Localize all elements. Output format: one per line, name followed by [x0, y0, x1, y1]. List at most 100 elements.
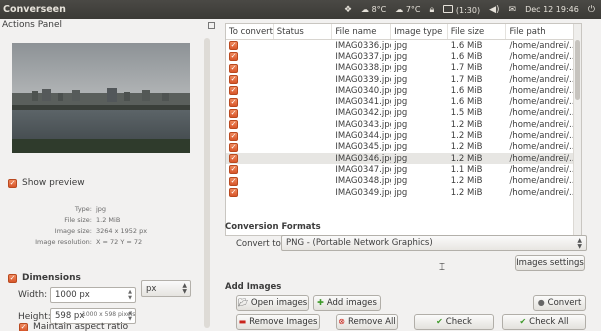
file-name-cell: IMAG0346.jpg	[335, 153, 392, 164]
checkbox-checked-icon[interactable]	[229, 131, 238, 141]
info-type-label: Type:	[74, 205, 92, 213]
to-convert-cell[interactable]	[226, 120, 274, 130]
header-image-type[interactable]: Image type	[391, 24, 448, 39]
convert-button[interactable]: ● Convert	[533, 295, 586, 311]
weather-indicator[interactable]: ☁ 8°C	[361, 5, 386, 14]
file-size-cell: 1.2 MiB	[450, 142, 483, 153]
table-row[interactable]: IMAG0344.jpgjpg 1.2 MiB/home/andrei/...	[226, 130, 581, 141]
maintain-aspect-checkbox[interactable]: Maintain aspect ratio	[19, 322, 128, 331]
battery-indicator[interactable]: (1:30)	[443, 4, 480, 15]
file-name-cell: IMAG0342.jpg	[335, 108, 392, 119]
check-all-button[interactable]: ✔ Check All	[502, 314, 586, 330]
clock[interactable]: Dec 12 19:46	[525, 5, 579, 14]
dropbox-icon[interactable]: ❖	[344, 5, 352, 15]
info-size-value: 1.2 MiB	[96, 216, 121, 224]
mail-icon[interactable]: ✉	[509, 5, 517, 15]
info-size-label: File size:	[64, 216, 92, 224]
header-file-size[interactable]: File size	[448, 24, 507, 39]
check-all-label: Check All	[529, 317, 569, 327]
conversion-formats-title: Conversion Formats	[225, 222, 321, 232]
checkbox-checked-icon[interactable]	[229, 97, 238, 107]
lock-icon[interactable]: 🔒︎	[430, 5, 435, 15]
table-scrollbar[interactable]	[573, 24, 581, 235]
format-select[interactable]: PNG - (Portable Network Graphics) ▲ ▼	[281, 235, 587, 251]
table-row[interactable]: IMAG0341.jpgjpg 1.6 MiB/home/andrei/...	[226, 96, 581, 107]
image-type-cell: jpg	[394, 176, 408, 187]
table-row[interactable]: IMAG0347.jpgjpg 1.1 MiB/home/andrei/...	[226, 164, 581, 175]
open-images-button[interactable]: 📂︎ Open images	[236, 295, 309, 311]
file-path-cell: /home/andrei/...	[509, 108, 578, 119]
volume-icon[interactable]: ◀)	[489, 5, 499, 15]
info-resolution-value: X = 72 Y = 72	[96, 238, 143, 246]
checkbox-checked-icon[interactable]	[229, 176, 238, 186]
checkbox-checked-icon[interactable]	[229, 142, 238, 152]
images-settings-button[interactable]: Images settings	[515, 255, 585, 271]
file-size-cell: 1.2 MiB	[450, 131, 483, 142]
file-size-cell: 1.1 MiB	[450, 164, 483, 175]
to-convert-cell[interactable]	[226, 165, 274, 175]
info-file-size: File size: 1.2 MiB	[0, 216, 204, 227]
add-images-button[interactable]: ✚ Add images	[313, 295, 381, 311]
table-row[interactable]: IMAG0340.jpgjpg 1.6 MiB/home/andrei/...	[226, 85, 581, 96]
maintain-aspect-label: Maintain aspect ratio	[33, 322, 129, 331]
left-panel-scrollbar[interactable]	[204, 38, 210, 328]
remove-all-button[interactable]: ⊗ Remove All	[336, 314, 398, 330]
header-to-convert[interactable]: To convert	[226, 24, 274, 39]
checkbox-checked-icon[interactable]	[229, 52, 238, 62]
width-spinbox[interactable]: 1000 px ▲ ▼	[50, 287, 136, 303]
checkbox-checked-icon[interactable]	[229, 41, 238, 51]
checkbox-checked-icon[interactable]	[229, 86, 238, 96]
table-row[interactable]: IMAG0343.jpgjpg 1.2 MiB/home/andrei/...	[226, 119, 581, 130]
to-convert-cell[interactable]	[226, 142, 274, 152]
table-row[interactable]: IMAG0345.jpgjpg 1.2 MiB/home/andrei/...	[226, 142, 581, 153]
to-convert-cell[interactable]	[226, 176, 274, 186]
table-row[interactable]: IMAG0339.jpgjpg 1.7 MiB/home/andrei/...	[226, 74, 581, 85]
to-convert-cell[interactable]	[226, 154, 274, 164]
image-type-cell: jpg	[394, 187, 408, 198]
to-convert-cell[interactable]	[226, 97, 274, 107]
table-row[interactable]: IMAG0337.jpgjpg 1.6 MiB/home/andrei/...	[226, 51, 581, 62]
remove-images-button[interactable]: ▬ Remove Images	[236, 314, 320, 330]
detach-panel-icon[interactable]	[208, 22, 215, 29]
checkbox-checked-icon[interactable]	[229, 120, 238, 130]
unit-select[interactable]: px ▲ ▼	[141, 280, 191, 297]
table-row[interactable]: IMAG0349.jpgjpg 1.2 MiB/home/andrei/...	[226, 187, 581, 198]
checkbox-checked-icon[interactable]	[229, 188, 238, 197]
image-type-cell: jpg	[394, 119, 408, 130]
dimensions-checkbox[interactable]: Dimensions	[8, 273, 81, 283]
header-file-name[interactable]: File name	[332, 24, 392, 39]
checkbox-checked-icon	[8, 178, 17, 188]
checkbox-checked-icon[interactable]	[229, 63, 238, 73]
to-convert-cell[interactable]	[226, 188, 274, 197]
header-status[interactable]: Status	[274, 24, 333, 39]
header-file-path[interactable]: File path	[506, 24, 581, 39]
table-scroll-thumb[interactable]	[575, 40, 580, 100]
table-row[interactable]: IMAG0336.jpgjpg 1.6 MiB/home/andrei/...	[226, 40, 581, 51]
file-size-cell: 1.2 MiB	[450, 153, 483, 164]
to-convert-cell[interactable]	[226, 52, 274, 62]
remove-all-icon: ⊗	[338, 317, 345, 326]
to-convert-cell[interactable]	[226, 41, 274, 51]
checkbox-checked-icon[interactable]	[229, 154, 238, 164]
folder-open-icon: 📂︎	[237, 298, 248, 307]
height-label: Height:	[18, 312, 51, 322]
file-size-cell: 1.7 MiB	[450, 63, 483, 74]
power-icon[interactable]: ⏻	[588, 5, 595, 15]
checkbox-checked-icon[interactable]	[229, 165, 238, 175]
file-size-cell: 1.5 MiB	[450, 108, 483, 119]
to-convert-cell[interactable]	[226, 63, 274, 73]
spin-arrows-icon[interactable]: ▲ ▼	[126, 289, 134, 301]
checkbox-checked-icon[interactable]	[229, 108, 238, 118]
table-row[interactable]: IMAG0346.jpgjpg 1.2 MiB/home/andrei/...	[226, 152, 581, 165]
checkbox-checked-icon[interactable]	[229, 75, 238, 85]
show-preview-checkbox[interactable]: Show preview	[8, 178, 85, 188]
to-convert-cell[interactable]	[226, 86, 274, 96]
to-convert-cell[interactable]	[226, 75, 274, 85]
to-convert-cell[interactable]	[226, 131, 274, 141]
table-row[interactable]: IMAG0342.jpgjpg 1.5 MiB/home/andrei/...	[226, 108, 581, 119]
weather-indicator-2[interactable]: ☁ 7°C	[395, 5, 420, 14]
table-row[interactable]: IMAG0338.jpgjpg 1.7 MiB/home/andrei/...	[226, 63, 581, 74]
check-button[interactable]: ✔ Check	[414, 314, 494, 330]
to-convert-cell[interactable]	[226, 108, 274, 118]
table-row[interactable]: IMAG0348.jpgjpg 1.2 MiB/home/andrei/...	[226, 176, 581, 187]
